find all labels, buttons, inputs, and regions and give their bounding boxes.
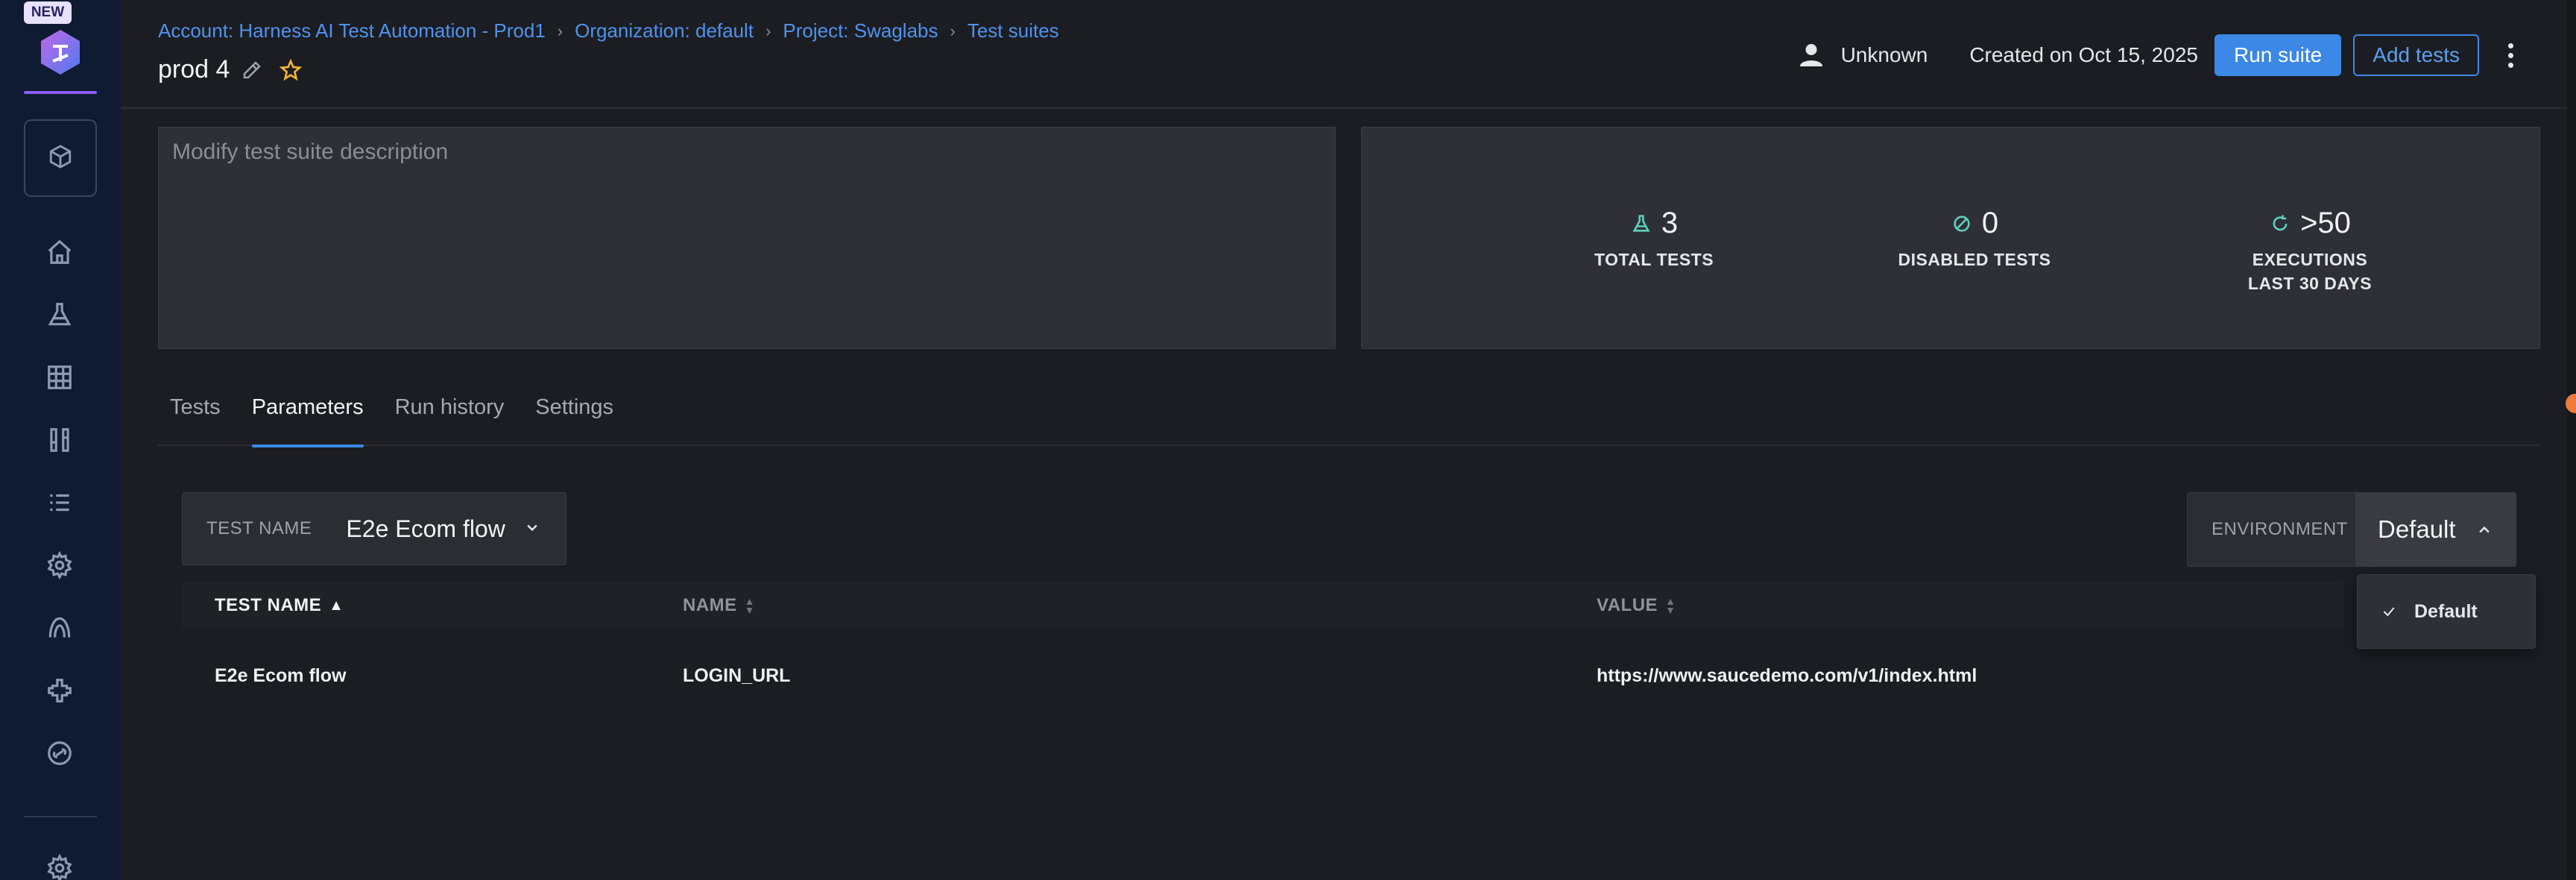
page-header: Account: Harness AI Test Automation - Pr… xyxy=(121,0,2567,109)
link-icon[interactable] xyxy=(42,735,78,771)
flask-icon[interactable] xyxy=(42,297,78,333)
environment-value: Default xyxy=(2377,515,2456,543)
environment-select: ENVIRONMENT Default xyxy=(2187,492,2516,567)
rocket-icon[interactable] xyxy=(42,610,78,646)
cell-test-name: E2e Ecom flow xyxy=(215,665,347,686)
breadcrumb-project[interactable]: Project: Swaglabs xyxy=(783,19,938,43)
table-header: TEST NAME ▲ NAME ▲ ▼ VALUE ▲ ▼ xyxy=(182,582,2343,628)
title-row: prod 4 xyxy=(158,55,304,84)
environment-label: ENVIRONMENT xyxy=(2212,519,2348,539)
description-input[interactable]: Modify test suite description xyxy=(158,127,1336,349)
user-icon xyxy=(1796,40,1826,70)
app-logo-icon[interactable] xyxy=(37,28,84,76)
owner-name: Unknown xyxy=(1840,43,1928,66)
column-label: TEST NAME xyxy=(215,595,322,615)
flask-icon xyxy=(1630,213,1652,235)
run-suite-button[interactable]: Run suite xyxy=(2214,34,2342,76)
right-edge-strip xyxy=(2567,0,2576,880)
created-date: Created on Oct 15, 2025 xyxy=(1969,43,2198,66)
new-badge: NEW xyxy=(24,1,72,24)
disabled-icon xyxy=(1951,213,1973,235)
star-icon[interactable] xyxy=(277,57,304,84)
sort-icon: ▲ ▼ xyxy=(1665,595,1676,616)
stat-label: TOTAL TESTS xyxy=(1594,250,1714,269)
tab-run-history[interactable]: Run history xyxy=(383,382,517,446)
column-label: VALUE xyxy=(1597,595,1658,615)
stat-label-line2: LAST 30 DAYS xyxy=(2247,274,2373,293)
columns-icon[interactable] xyxy=(42,422,78,458)
logo-underline xyxy=(24,91,97,94)
tab-settings[interactable]: Settings xyxy=(523,382,625,446)
breadcrumb-organization[interactable]: Organization: default xyxy=(575,19,754,43)
column-header-name[interactable]: NAME ▲ ▼ xyxy=(683,595,755,616)
sidebar-divider xyxy=(24,816,97,817)
environment-dropdown-menu: Default xyxy=(2357,574,2536,649)
check-icon xyxy=(2380,603,2398,620)
grid-icon[interactable] xyxy=(42,359,78,395)
page-title: prod 4 xyxy=(158,55,230,84)
tab-bar: Tests Parameters Run history Settings xyxy=(158,382,2540,447)
stat-label: DISABLED TESTS xyxy=(1898,250,2051,269)
cell-value: https://www.saucedemo.com/v1/index.html xyxy=(1597,665,1977,686)
environment-option-default[interactable]: Default xyxy=(2414,601,2478,623)
owner: Unknown xyxy=(1796,40,1928,70)
chevron-right-icon: › xyxy=(557,21,564,40)
environment-select-button[interactable]: Default xyxy=(2355,492,2516,567)
sort-asc-icon: ▲ xyxy=(329,597,344,614)
refresh-icon xyxy=(2269,213,2291,235)
chevron-up-icon xyxy=(2477,515,2492,544)
column-label: NAME xyxy=(683,595,737,615)
add-tests-button[interactable]: Add tests xyxy=(2353,34,2479,76)
test-name-select[interactable]: TEST NAME E2e Ecom flow xyxy=(182,492,566,565)
sort-icon: ▲ ▼ xyxy=(744,595,756,616)
stat-disabled-tests: 0 DISABLED TESTS xyxy=(1878,207,2071,271)
column-header-value[interactable]: VALUE ▲ ▼ xyxy=(1597,595,1676,616)
list-icon[interactable] xyxy=(42,485,78,521)
chevron-right-icon: › xyxy=(950,21,956,40)
breadcrumb-account[interactable]: Account: Harness AI Test Automation - Pr… xyxy=(158,19,546,43)
stat-executions: >50 EXECUTIONS LAST 30 DAYS xyxy=(2213,207,2407,295)
chevron-right-icon: › xyxy=(765,21,771,40)
settings-icon[interactable] xyxy=(42,850,78,880)
stat-value: >50 xyxy=(2300,207,2351,239)
stat-total-tests: 3 TOTAL TESTS xyxy=(1557,207,1751,271)
header-actions: Unknown Created on Oct 15, 2025 Run suit… xyxy=(1796,34,2567,76)
chevron-down-icon xyxy=(525,520,540,538)
breadcrumb-test-suites[interactable]: Test suites xyxy=(967,19,1059,43)
stats-panel: 3 TOTAL TESTS 0 DISABLED TESTS >50 EXECU… xyxy=(1361,127,2540,349)
stat-label: EXECUTIONS LAST 30 DAYS xyxy=(2213,248,2407,295)
test-name-value: E2e Ecom flow xyxy=(346,515,505,542)
sidebar: NEW xyxy=(0,0,121,880)
pencil-icon[interactable] xyxy=(240,58,264,82)
column-header-test-name[interactable]: TEST NAME ▲ xyxy=(215,595,344,616)
table-row[interactable]: E2e Ecom flow LOGIN_URL https://www.sauc… xyxy=(182,652,2343,700)
cube-icon xyxy=(48,144,73,173)
home-icon[interactable] xyxy=(42,234,78,270)
more-options-icon[interactable] xyxy=(2501,34,2519,76)
puzzle-icon[interactable] xyxy=(42,673,78,708)
module-switcher-button[interactable] xyxy=(24,119,97,197)
tab-parameters[interactable]: Parameters xyxy=(240,382,376,447)
tab-tests[interactable]: Tests xyxy=(158,382,233,446)
gear-icon[interactable] xyxy=(42,547,78,583)
cell-name: LOGIN_URL xyxy=(683,665,791,686)
stat-value: 0 xyxy=(1981,207,1999,239)
test-name-label: TEST NAME xyxy=(206,518,312,538)
breadcrumb: Account: Harness AI Test Automation - Pr… xyxy=(158,19,1059,43)
stat-label-line1: EXECUTIONS xyxy=(2252,250,2368,269)
stat-value: 3 xyxy=(1661,207,1679,239)
